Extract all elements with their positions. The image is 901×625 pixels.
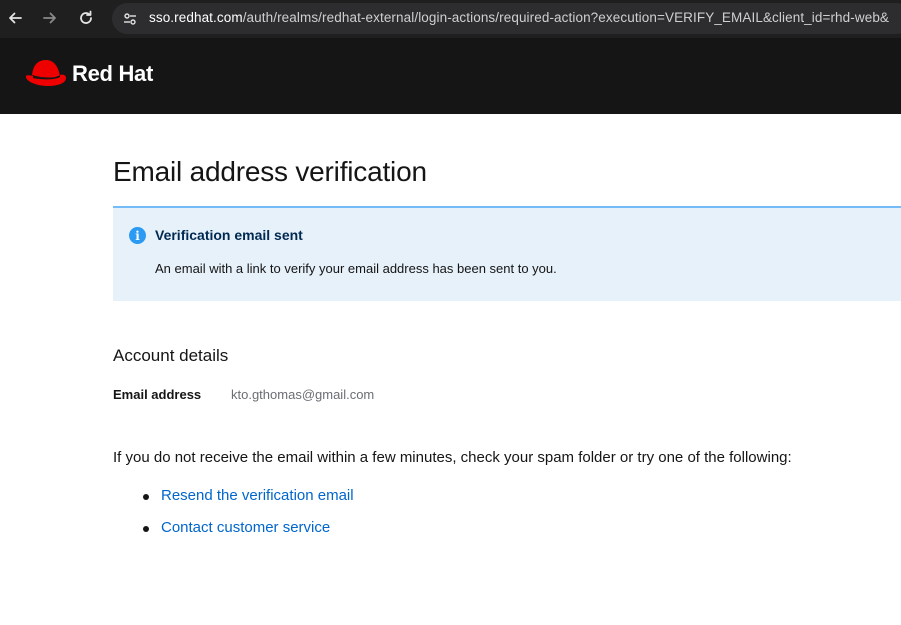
info-alert: i Verification email sent An email with … — [113, 206, 901, 301]
email-value: kto.gthomas@gmail.com — [231, 387, 375, 402]
account-details-heading: Account details — [113, 346, 229, 365]
page-title: Email address verification — [113, 156, 427, 187]
alert-message: An email with a link to verify your emai… — [155, 261, 557, 276]
arrow-left-icon — [9, 12, 22, 24]
resend-verification-link[interactable]: Resend the verification email — [161, 487, 354, 504]
reload-button[interactable] — [73, 5, 99, 31]
bullet — [143, 526, 149, 532]
forward-button[interactable] — [37, 5, 63, 31]
brand-name: Red Hat — [72, 61, 154, 86]
alert-title: Verification email sent — [155, 227, 303, 243]
reload-icon — [80, 10, 92, 24]
info-icon: i — [129, 227, 146, 244]
url-text[interactable]: sso.redhat.com/auth/realms/redhat-extern… — [149, 10, 889, 25]
url-host: sso.redhat.com — [149, 10, 243, 25]
help-text: If you do not receive the email within a… — [113, 449, 792, 466]
back-button[interactable] — [2, 5, 28, 31]
red-hat-fedora-icon — [25, 60, 66, 86]
site-header: Red Hat — [0, 38, 901, 114]
red-hat-logo[interactable]: Red Hat — [24, 57, 153, 91]
arrow-right-icon — [43, 12, 56, 24]
browser-toolbar: sso.redhat.com/auth/realms/redhat-extern… — [0, 0, 901, 39]
url-path: /auth/realms/redhat-external/login-actio… — [242, 10, 890, 25]
address-bar[interactable]: sso.redhat.com/auth/realms/redhat-extern… — [112, 3, 901, 34]
contact-customer-service-link[interactable]: Contact customer service — [161, 519, 330, 536]
site-info-icon[interactable] — [120, 9, 140, 29]
email-label: Email address — [113, 387, 202, 402]
bullet — [143, 494, 149, 500]
